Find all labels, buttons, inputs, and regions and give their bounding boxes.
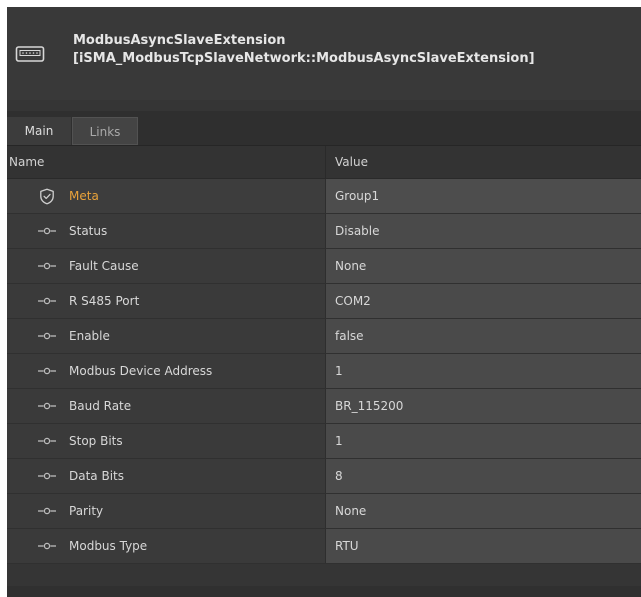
tab-bar: Main Links [7,111,641,146]
table-row[interactable]: Enable false [7,319,641,354]
property-value[interactable]: COM2 [325,284,641,318]
property-label: Parity [69,504,104,518]
table-row[interactable]: Fault Cause None [7,249,641,284]
property-value[interactable]: 8 [325,459,641,493]
slot-connector-icon [35,284,59,318]
bottom-edge [7,586,641,597]
property-table-body: Meta Group1 Status Disable Fault Cause N… [7,179,641,564]
table-header: Name Value [7,146,641,179]
slot-connector-icon [35,459,59,493]
property-value[interactable]: 1 [325,424,641,458]
table-row[interactable]: Modbus Device Address 1 [7,354,641,389]
table-row[interactable]: Meta Group1 [7,179,641,214]
component-title: ModbusAsyncSlaveExtension [73,33,286,48]
table-row[interactable]: R S485 Port COM2 [7,284,641,319]
property-value[interactable]: Disable [325,214,641,248]
property-value[interactable]: RTU [325,529,641,563]
property-label: Baud Rate [69,399,132,413]
property-value[interactable]: Group1 [325,179,641,213]
column-header-value[interactable]: Value [335,146,368,178]
property-value[interactable]: false [325,319,641,353]
slot-connector-icon [35,354,59,388]
column-divider[interactable] [325,146,326,178]
slot-connector-icon [35,529,59,563]
property-value[interactable]: None [325,249,641,283]
tab-main[interactable]: Main [7,117,71,145]
table-row[interactable]: Modbus Type RTU [7,529,641,564]
shield-check-icon [35,179,59,213]
slot-connector-icon [35,249,59,283]
property-value[interactable]: 1 [325,354,641,388]
tab-links[interactable]: Links [72,117,138,145]
property-label: Fault Cause [69,259,139,273]
slot-connector-icon [35,494,59,528]
property-label: Modbus Device Address [69,364,213,378]
slot-connector-icon [35,319,59,353]
property-label: Status [69,224,108,238]
column-header-name[interactable]: Name [9,146,44,178]
slot-connector-icon [35,214,59,248]
slot-connector-icon [35,424,59,458]
property-sheet-panel: ModbusAsyncSlaveExtension [iSMA_ModbusTc… [7,7,641,597]
property-value[interactable]: None [325,494,641,528]
serial-port-icon [15,46,45,62]
table-row[interactable]: Stop Bits 1 [7,424,641,459]
table-row[interactable]: Parity None [7,494,641,529]
slot-connector-icon [35,389,59,423]
property-label: Modbus Type [69,539,148,553]
table-row[interactable]: Status Disable [7,214,641,249]
component-type-path: [iSMA_ModbusTcpSlaveNetwork::ModbusAsync… [73,51,535,66]
property-label: Meta [69,189,99,203]
component-header: ModbusAsyncSlaveExtension [iSMA_ModbusTc… [7,7,641,100]
property-label: Enable [69,329,110,343]
table-row[interactable]: Data Bits 8 [7,459,641,494]
property-value[interactable]: BR_115200 [325,389,641,423]
property-label: Data Bits [69,469,124,483]
property-label: Stop Bits [69,434,123,448]
table-row[interactable]: Baud Rate BR_115200 [7,389,641,424]
property-label: R S485 Port [69,294,140,308]
